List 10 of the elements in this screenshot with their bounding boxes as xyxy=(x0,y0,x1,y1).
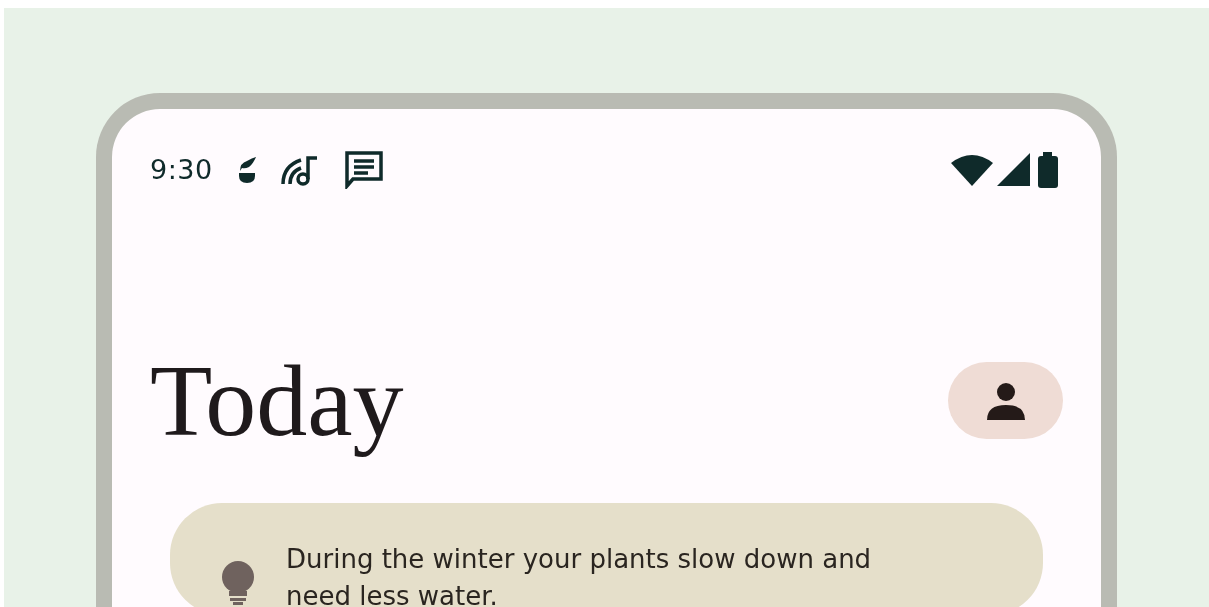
tip-text: During the winter your plants slow down and need less water. xyxy=(286,542,873,607)
person-icon xyxy=(985,380,1026,421)
page-title: Today xyxy=(149,343,404,459)
signal-icon xyxy=(997,153,1031,187)
message-icon xyxy=(344,151,383,189)
plant-icon xyxy=(236,155,257,185)
wifi-icon xyxy=(951,153,993,187)
lightbulb-icon xyxy=(220,560,256,605)
battery-icon xyxy=(1035,152,1061,188)
status-time: 9:30 xyxy=(150,152,213,187)
